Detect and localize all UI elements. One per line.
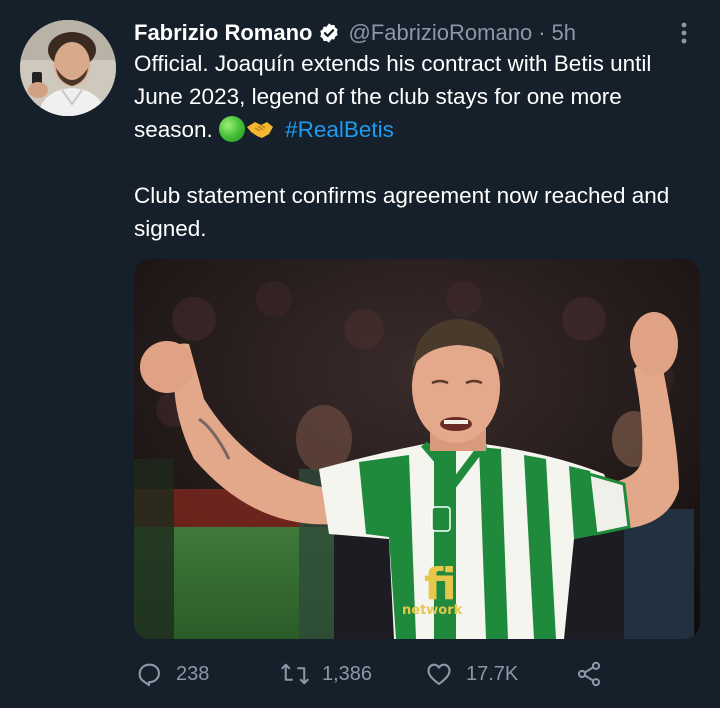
shirt-sponsor-sub: network: [402, 603, 463, 618]
separator-dot: ·: [538, 20, 546, 45]
reply-icon: [134, 659, 164, 689]
tweet-actions: 238 1,386 17.7K: [134, 654, 614, 694]
tweet-text: Official. Joaquín extends his contract w…: [134, 47, 694, 245]
heart-icon: [424, 659, 454, 689]
more-vertical-icon[interactable]: [668, 17, 700, 49]
retweet-icon: [280, 659, 310, 689]
author-name[interactable]: Fabrizio Romano: [134, 20, 312, 46]
tweet-header: Fabrizio Romano @FabrizioRomano · 5h: [134, 17, 700, 49]
hashtag-link[interactable]: #RealBetis: [285, 117, 394, 142]
tweet-photo[interactable]: fi network: [134, 259, 700, 639]
share-button[interactable]: [574, 654, 604, 694]
player-celebration-photo: fi network: [134, 259, 700, 639]
tweet-timestamp[interactable]: 5h: [552, 20, 576, 46]
like-button[interactable]: 17.7K: [424, 654, 518, 694]
handshake-emoji: [246, 122, 273, 138]
author-handle[interactable]: @FabrizioRomano: [348, 20, 532, 46]
tweet-paragraph-1: Official. Joaquín extends his contract w…: [134, 47, 694, 146]
share-icon: [574, 659, 604, 689]
tweet: Fabrizio Romano @FabrizioRomano · 5h Off…: [0, 0, 720, 708]
tweet-paragraph-2: Club statement confirms agreement now re…: [134, 183, 670, 241]
reply-count: 238: [176, 662, 210, 685]
green-circle-emoji: [218, 116, 245, 142]
retweet-count: 1,386: [322, 662, 373, 685]
reply-button[interactable]: 238: [134, 654, 209, 694]
avatar-photo: [20, 20, 116, 116]
verified-badge-icon: [318, 22, 340, 44]
retweet-button[interactable]: 1,386: [280, 654, 372, 694]
avatar[interactable]: [20, 20, 116, 116]
like-count: 17.7K: [466, 662, 519, 685]
